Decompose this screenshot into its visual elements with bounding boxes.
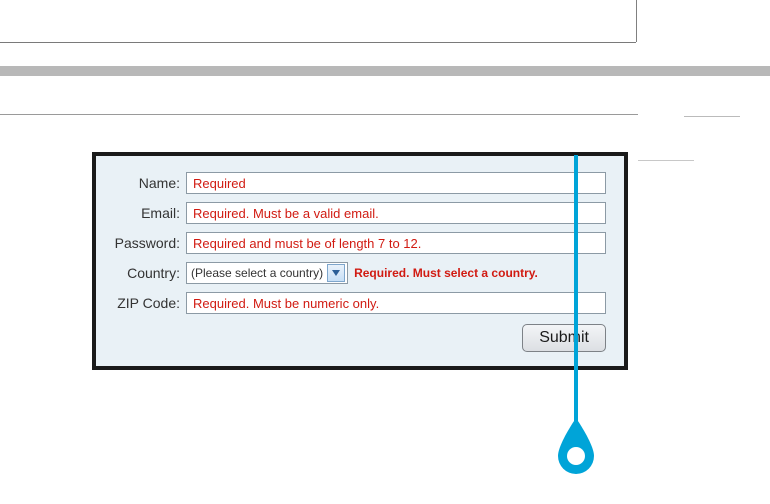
- callout-line: [574, 155, 578, 445]
- submit-row: Submit: [102, 324, 606, 352]
- label-email: Email:: [102, 205, 180, 221]
- password-input[interactable]: [186, 232, 606, 254]
- submit-button[interactable]: Submit: [522, 324, 606, 352]
- row-country: Country: (Please select a country) Requi…: [102, 262, 606, 284]
- row-name: Name:: [102, 172, 606, 194]
- drop-icon: [552, 416, 600, 476]
- zip-input[interactable]: [186, 292, 606, 314]
- top-rule-vertical: [636, 0, 637, 42]
- label-password: Password:: [102, 235, 180, 251]
- name-input[interactable]: [186, 172, 606, 194]
- country-error: Required. Must select a country.: [354, 266, 538, 280]
- row-zip: ZIP Code:: [102, 292, 606, 314]
- thick-divider: [0, 66, 770, 76]
- row-email: Email:: [102, 202, 606, 224]
- row-password: Password:: [102, 232, 606, 254]
- top-rule: [0, 0, 636, 43]
- country-select-value: (Please select a country): [191, 266, 325, 280]
- country-select[interactable]: (Please select a country): [186, 262, 348, 284]
- label-name: Name:: [102, 175, 180, 191]
- label-country: Country:: [102, 265, 180, 281]
- label-zip: ZIP Code:: [102, 295, 180, 311]
- chevron-down-icon: [327, 264, 345, 282]
- validation-form: Name: Email: Password: Country: (Please …: [92, 152, 628, 370]
- email-input[interactable]: [186, 202, 606, 224]
